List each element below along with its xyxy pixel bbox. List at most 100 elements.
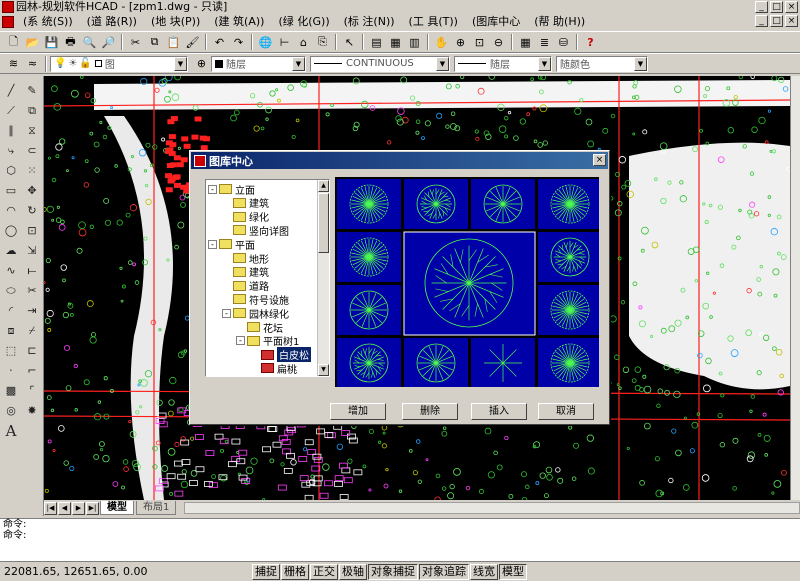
stretch-icon[interactable]: ⇲	[23, 242, 41, 260]
lineweight-toggle[interactable]: 线宽	[470, 563, 498, 580]
add-button[interactable]: 增加	[330, 403, 386, 420]
rotate-icon[interactable]: ↻	[23, 202, 41, 220]
tree-node[interactable]: 地形	[222, 251, 269, 266]
dropdown-arrow-icon[interactable]: ▼	[174, 56, 187, 71]
copy-icon[interactable]: ⧉	[145, 33, 164, 51]
scroll-up-icon[interactable]: ▲	[318, 180, 329, 192]
line-icon[interactable]: ╱	[2, 82, 20, 100]
design-center-icon[interactable]: ▦	[386, 33, 405, 51]
color-combo[interactable]: 随层 ▼	[211, 55, 306, 72]
menu-annotate[interactable]: (标 注(N))	[337, 14, 402, 30]
find-icon[interactable]: 🔎	[99, 33, 118, 51]
tab-layout1[interactable]: 布局1	[136, 501, 177, 515]
linetype-combo[interactable]: CONTINUOUS ▼	[310, 55, 450, 72]
horizontal-scrollbar[interactable]	[184, 502, 800, 514]
globe-icon[interactable]: 🌐	[256, 33, 275, 51]
tree-node[interactable]: - 平面树1	[236, 334, 299, 348]
open-file-icon[interactable]: 📂	[23, 33, 42, 51]
first-tab-icon[interactable]: |◀	[44, 501, 57, 515]
menu-parcel[interactable]: (地 块(P))	[144, 14, 207, 30]
array-icon[interactable]: ⁙	[23, 162, 41, 180]
ellipse-icon[interactable]: ⬭	[2, 282, 20, 300]
layer-states-icon[interactable]: ≣	[535, 33, 554, 51]
insert-block-icon[interactable]: ⧈	[2, 322, 20, 340]
tree-node[interactable]: 建筑	[222, 196, 269, 210]
revcloud-icon[interactable]: ☁	[2, 242, 20, 260]
print-icon[interactable]: 🖶	[61, 33, 80, 51]
tree-node[interactable]: 花坛	[236, 320, 283, 335]
point-icon[interactable]: ⋅	[2, 362, 20, 380]
chamfer-icon[interactable]: ⌐	[23, 362, 41, 380]
tree-scrollbar[interactable]: ▲ ▼	[317, 180, 329, 376]
scroll-down-icon[interactable]: ▼	[318, 364, 329, 376]
menu-library[interactable]: (图库中心	[465, 14, 527, 30]
dropdown-arrow-icon[interactable]: ▼	[436, 56, 449, 71]
tree-node[interactable]: 竖向详图	[222, 223, 289, 238]
grid-toggle[interactable]: 栅格	[281, 563, 309, 580]
menu-help[interactable]: (帮 助(H))	[527, 14, 592, 30]
break-icon[interactable]: ⊏	[23, 342, 41, 360]
zoom-realtime-icon[interactable]: ⊕	[451, 33, 470, 51]
dropdown-arrow-icon[interactable]: ▼	[634, 56, 647, 71]
undo-icon[interactable]: ↶	[210, 33, 229, 51]
tab-model[interactable]: 模型	[100, 501, 134, 515]
fillet-icon[interactable]: ⌜	[23, 382, 41, 400]
polar-toggle[interactable]: 极轴	[339, 563, 367, 580]
expand-toggle-icon[interactable]: -	[222, 308, 231, 318]
vertical-scrollbar[interactable]	[790, 76, 800, 500]
menu-green[interactable]: (绿 化(G))	[271, 14, 336, 30]
table-icon[interactable]: ▦	[516, 33, 535, 51]
osnap-toggle[interactable]: 对象捕捉	[368, 563, 418, 580]
database-icon[interactable]: ⛁	[554, 33, 573, 51]
move-icon[interactable]: ✥	[23, 182, 41, 200]
arc-icon[interactable]: ◠	[2, 202, 20, 220]
tree-node[interactable]: - 平面	[208, 237, 255, 252]
pan-icon[interactable]: ✋	[432, 33, 451, 51]
construction-line-icon[interactable]: ⟋	[2, 102, 20, 120]
expand-toggle-icon[interactable]: -	[236, 336, 245, 346]
spline-icon[interactable]: ∿	[2, 262, 20, 280]
zoom-window-icon[interactable]: ⊡	[470, 33, 489, 51]
tree-node[interactable]: 扁桃	[250, 361, 297, 376]
close-button[interactable]: ×	[785, 1, 798, 13]
model-toggle[interactable]: 模型	[499, 563, 527, 580]
ellipse-arc-icon[interactable]: ◜	[2, 302, 20, 320]
last-tab-icon[interactable]: ▶|	[86, 501, 99, 515]
dropdown-arrow-icon[interactable]: ▼	[292, 56, 305, 71]
polyline-icon[interactable]: ⤷	[2, 142, 20, 160]
mirror-icon[interactable]: ⧖	[23, 122, 41, 140]
menu-road[interactable]: (道 路(R))	[80, 14, 144, 30]
properties-icon[interactable]: ▤	[367, 33, 386, 51]
scale-icon[interactable]: ⊡	[23, 222, 41, 240]
tree-node[interactable]: 绿化	[222, 210, 269, 224]
cancel-button[interactable]: 取消	[538, 403, 594, 420]
help-icon[interactable]: ?	[581, 33, 600, 51]
insert-button[interactable]: 插入	[471, 403, 527, 420]
maximize-button[interactable]: □	[770, 1, 783, 13]
make-current-icon[interactable]: ⊕	[192, 55, 211, 73]
cursor-icon[interactable]: ↖	[340, 33, 359, 51]
layer-manager-icon[interactable]: ≋	[4, 55, 23, 73]
offset-icon[interactable]: ⊂	[23, 142, 41, 160]
tree-node[interactable]: - 立面	[208, 182, 255, 197]
layer-previous-icon[interactable]: ≈	[23, 55, 42, 73]
dropdown-arrow-icon[interactable]: ▼	[538, 56, 551, 71]
copy-object-icon[interactable]: ⧉	[23, 102, 41, 120]
command-window[interactable]: 命令: 命令:	[0, 518, 800, 562]
paste-icon[interactable]: 📋	[164, 33, 183, 51]
prev-tab-icon[interactable]: ◀	[58, 501, 71, 515]
mtext-icon[interactable]: A	[2, 422, 20, 440]
rectangle-icon[interactable]: ▭	[2, 182, 20, 200]
tree-node[interactable]: 白皮松	[250, 347, 311, 363]
cut-icon[interactable]: ✂	[126, 33, 145, 51]
zoom-previous-icon[interactable]: ⊖	[489, 33, 508, 51]
scroll-thumb[interactable]	[318, 193, 329, 253]
menu-system[interactable]: (系 统(S))	[16, 14, 80, 30]
tool-palette-icon[interactable]: ▥	[405, 33, 424, 51]
doc-close-button[interactable]: ×	[785, 15, 798, 27]
trim-icon[interactable]: ✂	[23, 282, 41, 300]
circle-icon[interactable]: ◯	[2, 222, 20, 240]
break-at-point-icon[interactable]: ⌿	[23, 322, 41, 340]
menu-building[interactable]: (建 筑(A))	[207, 14, 271, 30]
tree-node[interactable]: 符号设施	[222, 292, 289, 307]
